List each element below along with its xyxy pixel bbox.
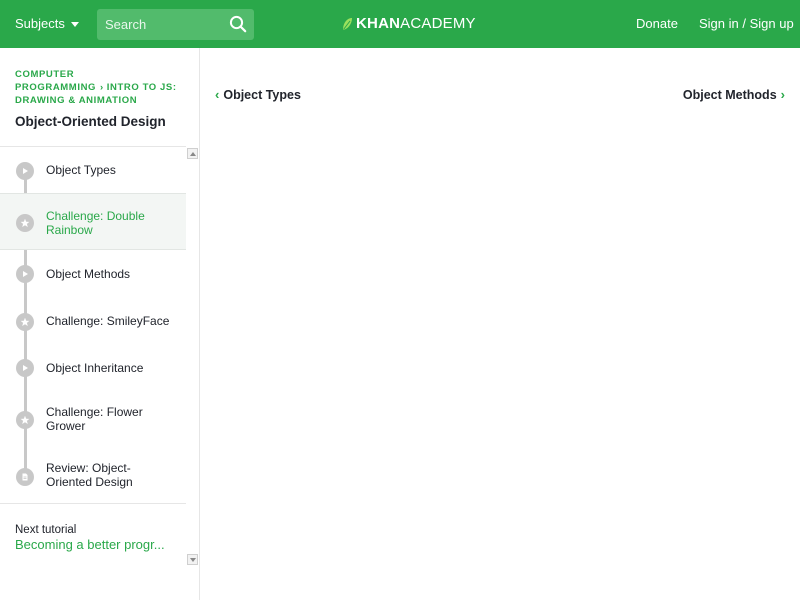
logo-text: KHANACADEMY bbox=[356, 15, 476, 33]
play-icon bbox=[16, 265, 34, 283]
logo-academy-text: ACADEMY bbox=[400, 15, 476, 32]
donate-link[interactable]: Donate bbox=[636, 16, 678, 32]
scroll-up-button[interactable] bbox=[187, 148, 198, 159]
breadcrumb: COMPUTER PROGRAMMING › INTRO TO JS: DRAWIN… bbox=[15, 68, 185, 107]
chevron-left-icon: ‹ bbox=[215, 87, 220, 102]
play-icon bbox=[16, 359, 34, 377]
star-icon bbox=[16, 411, 34, 429]
leaf-icon bbox=[343, 18, 352, 30]
tutorial-sidebar: COMPUTER PROGRAMMING › INTRO TO JS: DRAWIN… bbox=[0, 48, 200, 600]
sidebar-item-object-inheritance[interactable]: Object Inheritance bbox=[0, 344, 186, 391]
previous-article-label: Object Types bbox=[223, 88, 301, 102]
scroll-down-button[interactable] bbox=[187, 554, 198, 565]
sidebar-item-review-object-oriented-design[interactable]: Review: Object-Oriented Design bbox=[0, 444, 186, 502]
caret-down-icon bbox=[70, 22, 79, 27]
sidebar-item-object-methods[interactable]: Object Methods bbox=[0, 250, 186, 297]
document-icon bbox=[16, 468, 34, 486]
sidebar-item-label: Challenge: SmileyFace bbox=[46, 314, 170, 328]
next-article-link[interactable]: Object Methods › bbox=[683, 87, 785, 103]
logo-khan-text: KHAN bbox=[356, 15, 401, 32]
sidebar-item-label: Challenge: Double Rainbow bbox=[46, 209, 145, 237]
sidebar-item-label: Object Types bbox=[46, 163, 116, 177]
sidebar-item-label: Object Methods bbox=[46, 267, 131, 281]
next-tutorial-link[interactable]: Becoming a better progr... bbox=[15, 537, 165, 553]
star-icon bbox=[16, 214, 34, 232]
chevron-right-icon: › bbox=[100, 82, 104, 93]
subjects-menu-button[interactable]: Subjects bbox=[15, 16, 79, 32]
previous-article-link[interactable]: ‹ Object Types bbox=[215, 87, 301, 103]
sign-in-link[interactable]: Sign in / Sign up bbox=[699, 16, 794, 32]
sidebar-item-object-types[interactable]: Object Types bbox=[0, 147, 186, 193]
tutorial-title: Object-Oriented Design bbox=[15, 114, 166, 129]
sidebar-item-challenge-double-rainbow[interactable]: Challenge: Double Rainbow bbox=[0, 193, 186, 250]
sidebar-item-label: Challenge: Flower Grower bbox=[46, 405, 143, 433]
divider bbox=[0, 503, 186, 504]
chevron-right-icon: › bbox=[780, 87, 785, 102]
sidebar-item-challenge-flower-grower[interactable]: Challenge: Flower Grower bbox=[0, 391, 186, 444]
play-icon bbox=[16, 162, 34, 180]
next-article-label: Object Methods bbox=[682, 88, 777, 102]
search-icon[interactable] bbox=[229, 15, 247, 33]
khan-academy-logo[interactable]: KHANACADEMY bbox=[342, 15, 476, 33]
top-navigation-bar: Subjects KHANACADEMY Donate Sign in / Si… bbox=[0, 0, 800, 48]
sidebar-item-challenge-smileyface[interactable]: Challenge: SmileyFace bbox=[0, 297, 186, 344]
next-tutorial-label: Next tutorial bbox=[15, 524, 77, 536]
subjects-label: Subjects bbox=[15, 16, 65, 31]
sidebar-item-label: Review: Object-Oriented Design bbox=[46, 461, 133, 489]
star-icon bbox=[16, 313, 34, 331]
breadcrumb-course-link[interactable]: COMPUTER PROGRAMMING bbox=[15, 69, 96, 93]
sidebar-item-label: Object Inheritance bbox=[46, 361, 144, 375]
search-input[interactable] bbox=[105, 17, 225, 33]
